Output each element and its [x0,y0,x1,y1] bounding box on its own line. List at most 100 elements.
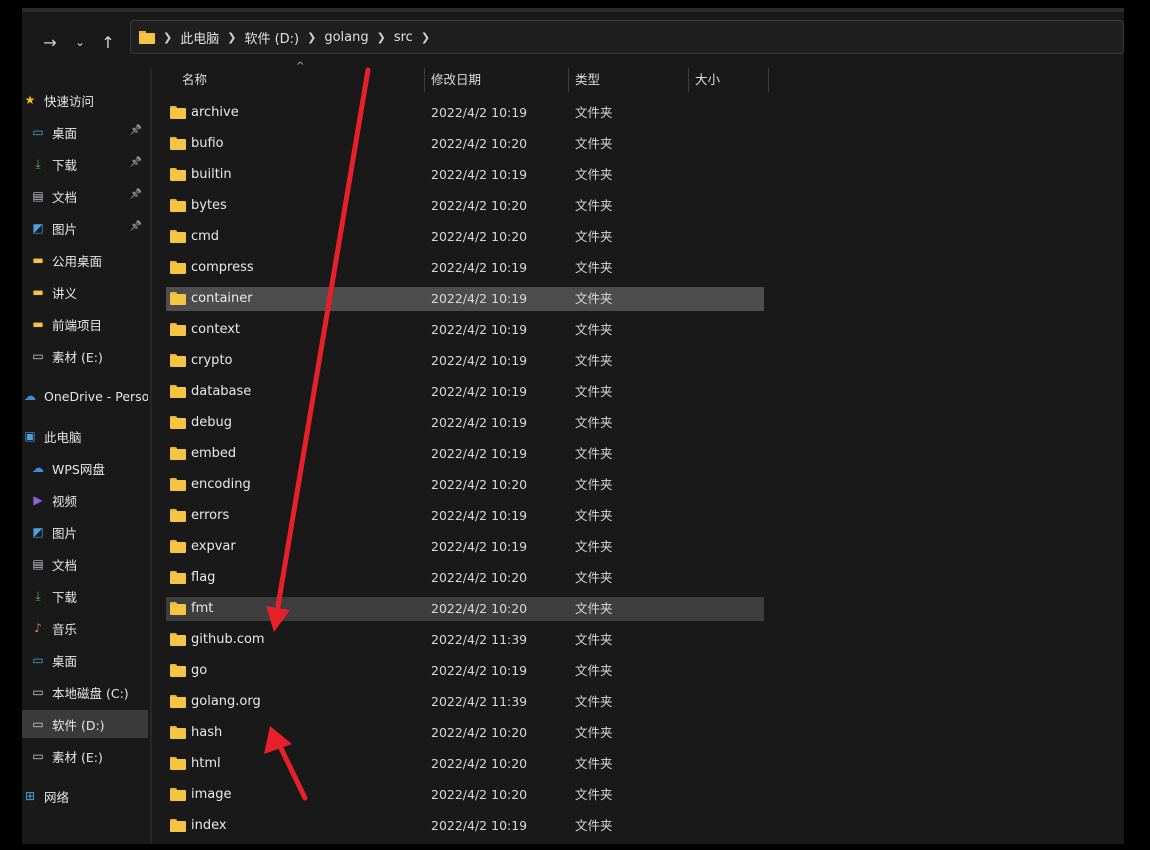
column-header-modified[interactable]: 修改日期 [431,68,481,92]
file-row[interactable]: github.com 2022/4/2 11:39 文件夹 [166,628,764,652]
file-row[interactable]: database 2022/4/2 10:19 文件夹 [166,380,764,404]
file-modified-date: 2022/4/2 10:19 [431,291,528,306]
file-name: expvar [191,539,236,554]
pin-icon[interactable]: 📌 [130,157,142,168]
up-arrow-icon[interactable]: ↑ [94,28,122,56]
file-type: 文件夹 [575,508,613,523]
file-row[interactable]: bytes 2022/4/2 10:20 文件夹 [166,194,764,218]
file-modified-date: 2022/4/2 10:19 [431,446,528,461]
folder-icon [170,509,186,522]
file-row[interactable]: debug 2022/4/2 10:19 文件夹 [166,411,764,435]
file-row[interactable]: cmd 2022/4/2 10:20 文件夹 [166,225,764,249]
sidebar-item[interactable]: ⊞ 网络 [22,782,148,810]
file-row[interactable]: errors 2022/4/2 10:19 文件夹 [166,504,764,528]
column-header-size[interactable]: 大小 [695,68,720,92]
address-bar[interactable]: ❯ 此电脑 ❯ 软件 (D:) ❯ golang ❯ src ❯ [130,20,1124,54]
file-row[interactable]: go 2022/4/2 10:19 文件夹 [166,659,764,683]
sidebar-item[interactable]: ◩ 图片 📌 [22,214,148,242]
column-divider[interactable] [568,68,569,92]
file-row[interactable]: fmt 2022/4/2 10:20 文件夹 [166,597,764,621]
file-row[interactable]: image 2022/4/2 10:20 文件夹 [166,783,764,807]
file-row[interactable]: archive 2022/4/2 10:19 文件夹 [166,101,764,125]
file-name: github.com [191,632,265,647]
sidebar-item[interactable]: ▤ 文档 📌 [22,182,148,210]
file-row[interactable]: golang.org 2022/4/2 11:39 文件夹 [166,690,764,714]
sidebar-item[interactable]: ◩ 图片 [22,518,148,546]
file-row[interactable]: compress 2022/4/2 10:19 文件夹 [166,256,764,280]
file-row[interactable]: encoding 2022/4/2 10:20 文件夹 [166,473,764,497]
drive-icon: ▭ [32,349,44,363]
file-modified-date: 2022/4/2 10:19 [431,384,528,399]
file-row[interactable]: builtin 2022/4/2 10:19 文件夹 [166,163,764,187]
chevron-right-icon[interactable]: ❯ [161,31,174,44]
sidebar-item[interactable]: ▭ 本地磁盘 (C:) [22,678,148,706]
sidebar-item-label: 桌面 [52,653,78,669]
file-name: fmt [191,601,214,616]
folder-icon [170,633,186,646]
sidebar-item[interactable]: ★ 快速访问 [22,86,148,114]
file-row[interactable]: hash 2022/4/2 10:20 文件夹 [166,721,764,745]
breadcrumb-item-this-pc[interactable]: 此电脑 [174,28,225,47]
column-divider[interactable] [768,68,769,92]
breadcrumb-item-golang[interactable]: golang [318,30,374,45]
recent-locations-chevron-icon[interactable]: ⌄ [66,28,94,56]
file-name: bufio [191,136,224,151]
file-type: 文件夹 [575,322,613,337]
sidebar-item[interactable]: ☁ OneDrive - Persor [22,382,148,410]
sidebar-item[interactable]: ▤ 文档 [22,550,148,578]
file-modified-date: 2022/4/2 10:20 [431,570,528,585]
chevron-right-icon[interactable]: ❯ [375,31,388,44]
sidebar-item-label: OneDrive - Persor [44,388,148,404]
file-row[interactable]: embed 2022/4/2 10:19 文件夹 [166,442,764,466]
sidebar-item[interactable]: ▶ 视频 [22,486,148,514]
sidebar-item[interactable]: ▭ 桌面 📌 [22,118,148,146]
file-modified-date: 2022/4/2 10:20 [431,725,528,740]
sidebar-item[interactable]: ▭ 素材 (E:) [22,342,148,370]
title-strip [22,8,1124,12]
file-row[interactable]: index 2022/4/2 10:19 文件夹 [166,814,764,838]
sidebar-item[interactable]: ▭ 素材 (E:) [22,742,148,770]
chevron-right-icon[interactable]: ❯ [225,31,238,44]
file-name: index [191,818,227,833]
file-row[interactable]: container 2022/4/2 10:19 文件夹 [166,287,764,311]
sidebar-item[interactable]: ♪ 音乐 [22,614,148,642]
file-modified-date: 2022/4/2 10:19 [431,539,528,554]
sidebar-item[interactable]: ▭ 软件 (D:) [22,710,148,738]
file-name: cmd [191,229,220,244]
sidebar-item[interactable]: ▭ 桌面 [22,646,148,674]
sidebar-item[interactable]: ▬ 公用桌面 [22,246,148,274]
file-type: 文件夹 [575,384,613,399]
file-row[interactable]: crypto 2022/4/2 10:19 文件夹 [166,349,764,373]
sidebar-item[interactable]: ▬ 讲义 [22,278,148,306]
chevron-right-icon[interactable]: ❯ [305,31,318,44]
pin-icon[interactable]: 📌 [130,221,142,232]
breadcrumb-item-drive-d[interactable]: 软件 (D:) [238,28,305,47]
file-modified-date: 2022/4/2 10:19 [431,322,528,337]
breadcrumb-item-src[interactable]: src [388,30,419,45]
folder-icon [170,664,186,677]
file-modified-date: 2022/4/2 10:19 [431,105,528,120]
sidebar-item[interactable]: ⤓ 下载 [22,582,148,610]
sidebar-item[interactable]: ⤓ 下载 📌 [22,150,148,178]
file-name: image [191,787,232,802]
pin-icon[interactable]: 📌 [130,189,142,200]
pin-icon[interactable]: 📌 [130,125,142,136]
column-divider[interactable] [688,68,689,92]
sidebar-item[interactable]: ▬ 前端项目 [22,310,148,338]
file-type: 文件夹 [575,291,613,306]
sidebar-item[interactable]: ▣ 此电脑 [22,422,148,450]
sidebar-item[interactable]: ☁ WPS网盘 [22,454,148,482]
file-modified-date: 2022/4/2 10:20 [431,477,528,492]
column-divider[interactable] [424,68,425,92]
file-row[interactable]: html 2022/4/2 10:20 文件夹 [166,752,764,776]
column-header-name[interactable]: 名称 [182,68,207,92]
file-row[interactable]: flag 2022/4/2 10:20 文件夹 [166,566,764,590]
forward-arrow-icon[interactable]: → [36,28,64,56]
file-row[interactable]: context 2022/4/2 10:19 文件夹 [166,318,764,342]
chevron-right-icon[interactable]: ❯ [419,31,432,44]
column-header-type[interactable]: 类型 [575,68,600,92]
file-row[interactable]: expvar 2022/4/2 10:19 文件夹 [166,535,764,559]
file-row[interactable]: bufio 2022/4/2 10:20 文件夹 [166,132,764,156]
sidebar-item-label: 素材 (E:) [52,349,103,365]
navigation-pane-scrollbar[interactable] [150,68,152,844]
